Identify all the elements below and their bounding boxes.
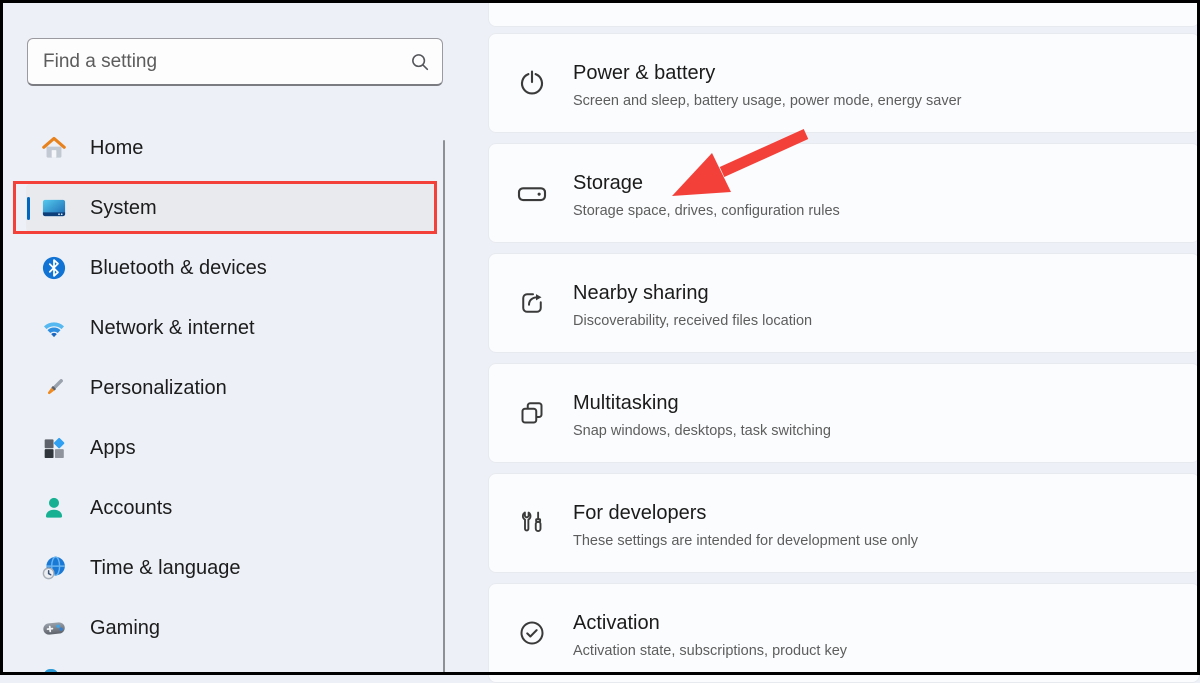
sidebar-item-label: Home (90, 136, 144, 159)
sidebar-item-apps[interactable]: Apps (26, 423, 437, 473)
storage-drive-icon (515, 176, 549, 210)
sidebar-item-label: Network & internet (90, 316, 255, 339)
sidebar-item-label: Bluetooth & devices (90, 256, 267, 279)
search-icon[interactable] (398, 39, 442, 84)
card-power-battery[interactable]: Power & battery Screen and sleep, batter… (488, 33, 1200, 133)
card-title: Power & battery (573, 61, 716, 84)
search-box[interactable] (27, 38, 443, 86)
card-title: Nearby sharing (573, 281, 709, 304)
sidebar-item-label: Accounts (90, 496, 173, 519)
sidebar-item-network-internet[interactable]: Network & internet (26, 303, 437, 353)
card-subtitle: Screen and sleep, battery usage, power m… (573, 92, 962, 109)
card-subtitle: Activation state, subscriptions, product… (573, 642, 848, 659)
card-subtitle: Snap windows, desktops, task switching (573, 422, 831, 439)
next-sidebar-item-icon-partial (44, 669, 58, 675)
multitasking-windows-icon (515, 396, 549, 430)
previous-card-partial[interactable] (488, 3, 1200, 27)
card-storage[interactable]: Storage Storage space, drives, configura… (488, 143, 1200, 243)
gamepad-icon (40, 614, 68, 642)
sidebar-item-home[interactable]: Home (26, 123, 437, 173)
card-nearby-sharing[interactable]: Nearby sharing Discoverability, received… (488, 253, 1200, 353)
card-title: Storage (573, 171, 644, 194)
developer-tools-icon (515, 506, 549, 540)
card-for-developers[interactable]: For developers These settings are intend… (488, 473, 1200, 573)
sidebar-item-label: Gaming (90, 616, 161, 639)
globe-clock-icon (40, 554, 68, 582)
card-subtitle: Storage space, drives, configuration rul… (573, 202, 840, 219)
apps-icon (40, 434, 68, 462)
sidebar-item-system[interactable]: System (26, 183, 437, 233)
system-icon (40, 194, 68, 222)
sidebar-item-label: Time & language (90, 556, 241, 579)
sidebar-item-accounts[interactable]: Accounts (26, 483, 437, 533)
search-input[interactable] (28, 50, 398, 73)
card-title: Multitasking (573, 391, 679, 414)
card-title: Activation (573, 611, 660, 634)
card-title: For developers (573, 501, 707, 524)
card-subtitle: Discoverability, received files location (573, 312, 813, 329)
card-activation[interactable]: Activation Activation state, subscriptio… (488, 583, 1200, 683)
sidebar-item-gaming[interactable]: Gaming (26, 603, 437, 653)
sidebar-item-label: System (90, 196, 157, 219)
share-icon (515, 286, 549, 320)
brush-icon (40, 374, 68, 402)
card-multitasking[interactable]: Multitasking Snap windows, desktops, tas… (488, 363, 1200, 463)
sidebar-nav: Home System Bluetooth & devices Network … (26, 123, 437, 663)
card-subtitle: These settings are intended for developm… (573, 532, 918, 549)
sidebar-item-personalization[interactable]: Personalization (26, 363, 437, 413)
home-icon (40, 134, 68, 162)
sidebar-item-label: Apps (90, 436, 136, 459)
power-icon (515, 66, 549, 100)
sidebar-item-bluetooth-devices[interactable]: Bluetooth & devices (26, 243, 437, 293)
check-circle-icon (515, 616, 549, 650)
sidebar-item-label: Personalization (90, 376, 227, 399)
bluetooth-icon (40, 254, 68, 282)
sidebar-scrollbar[interactable] (443, 140, 445, 673)
wifi-icon (40, 314, 68, 342)
selected-accent-bar (27, 196, 30, 220)
sidebar-item-time-language[interactable]: Time & language (26, 543, 437, 593)
person-icon (40, 494, 68, 522)
